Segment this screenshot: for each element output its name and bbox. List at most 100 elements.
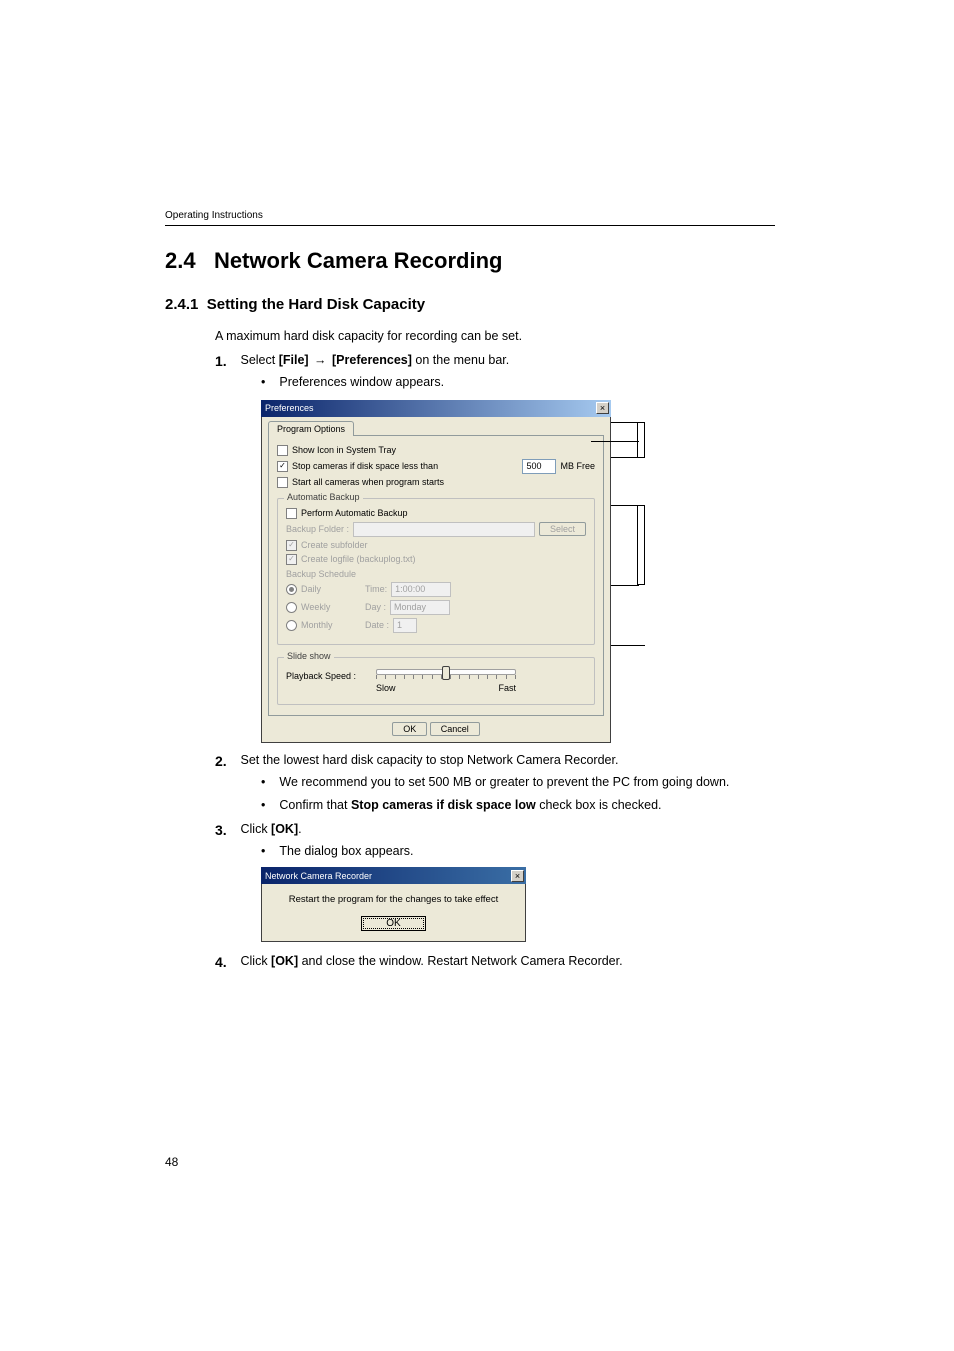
bullet-text: Confirm that bbox=[279, 798, 351, 812]
group-automatic-backup: Automatic Backup bbox=[284, 492, 363, 502]
close-icon[interactable]: × bbox=[511, 870, 524, 882]
checkbox-create-subfolder: ✓ bbox=[286, 540, 297, 551]
radio-label: Monthly bbox=[301, 620, 361, 630]
day-select: Monday bbox=[390, 600, 450, 615]
time-input: 1:00:00 bbox=[391, 582, 451, 597]
running-header: Operating Instructions bbox=[165, 210, 775, 226]
step-text: Click bbox=[240, 954, 271, 968]
callout-line bbox=[611, 505, 639, 506]
radio-label: Daily bbox=[301, 584, 361, 594]
time-label: Time: bbox=[365, 584, 387, 594]
section-heading: 2.4 Network Camera Recording bbox=[165, 248, 775, 274]
bullet-text: We recommend you to set 500 MB or greate… bbox=[279, 773, 729, 792]
checkbox-label: Create logfile (backuplog.txt) bbox=[301, 554, 416, 564]
step-number: 1. bbox=[215, 353, 237, 369]
cancel-button[interactable]: Cancel bbox=[430, 722, 480, 736]
group-slide-show: Slide show bbox=[284, 651, 334, 661]
checkbox-label: Stop cameras if disk space less than bbox=[292, 461, 438, 471]
callout-line bbox=[611, 422, 639, 423]
select-button: Select bbox=[539, 522, 586, 536]
fast-label: Fast bbox=[498, 683, 516, 693]
restart-message-box: Network Camera Recorder × Restart the pr… bbox=[261, 867, 526, 942]
checkbox-label: Start all cameras when program starts bbox=[292, 477, 444, 487]
callout-bracket bbox=[637, 505, 645, 585]
callout-bracket bbox=[637, 422, 645, 458]
subsection-heading: 2.4.1 Setting the Hard Disk Capacity bbox=[165, 296, 775, 313]
tab-program-options[interactable]: Program Options bbox=[268, 421, 354, 436]
backup-folder-label: Backup Folder : bbox=[286, 524, 349, 534]
step-2-bullet-1: • We recommend you to set 500 MB or grea… bbox=[261, 773, 775, 792]
intro-text: A maximum hard disk capacity for recordi… bbox=[215, 327, 775, 345]
preferences-dialog: Preferences × Program Options Show Icon … bbox=[261, 400, 611, 743]
playback-speed-slider[interactable] bbox=[376, 669, 516, 675]
step-text: . bbox=[298, 822, 301, 836]
mb-free-label: MB Free bbox=[560, 461, 595, 471]
bullet-icon: • bbox=[261, 842, 265, 861]
step-3: 3. Click [OK]. bbox=[215, 822, 775, 838]
step-text: on the menu bar. bbox=[412, 353, 509, 367]
checkbox-show-tray[interactable] bbox=[277, 445, 288, 456]
dialog-titlebar: Network Camera Recorder × bbox=[261, 867, 526, 884]
dialog-titlebar: Preferences × bbox=[261, 400, 611, 417]
ok-ref: [OK] bbox=[271, 822, 298, 836]
dialog-title: Preferences bbox=[265, 403, 314, 413]
callout-line bbox=[611, 585, 639, 586]
radio-weekly bbox=[286, 602, 297, 613]
step-number: 3. bbox=[215, 822, 237, 838]
date-label: Date : bbox=[365, 620, 389, 630]
checkbox-stop-cameras[interactable]: ✓ bbox=[277, 461, 288, 472]
step-number: 2. bbox=[215, 753, 237, 769]
day-label: Day : bbox=[365, 602, 386, 612]
dialog-title: Network Camera Recorder bbox=[265, 871, 372, 881]
callout-line bbox=[611, 645, 645, 646]
menu-preferences: [Preferences] bbox=[332, 353, 412, 367]
backup-schedule-label: Backup Schedule bbox=[286, 569, 586, 579]
checkbox-label: Create subfolder bbox=[301, 540, 368, 550]
bullet-text: check box is checked. bbox=[536, 798, 662, 812]
radio-label: Weekly bbox=[301, 602, 361, 612]
section-number: 2.4 bbox=[165, 248, 196, 273]
checkbox-label: Show Icon in System Tray bbox=[292, 445, 396, 455]
callout-line bbox=[591, 441, 639, 442]
mb-input[interactable]: 500 bbox=[522, 459, 556, 474]
arrow-icon: → bbox=[309, 353, 332, 367]
radio-monthly bbox=[286, 620, 297, 631]
ok-ref: [OK] bbox=[271, 954, 298, 968]
step-2: 2. Set the lowest hard disk capacity to … bbox=[215, 753, 775, 769]
step-3-bullet-1: • The dialog box appears. bbox=[261, 842, 775, 861]
subsection-title: Setting the Hard Disk Capacity bbox=[207, 296, 425, 313]
date-input: 1 bbox=[393, 618, 417, 633]
ok-button[interactable]: OK bbox=[392, 722, 427, 736]
bullet-icon: • bbox=[261, 773, 265, 792]
bullet-icon: • bbox=[261, 373, 265, 392]
backup-folder-input bbox=[353, 522, 535, 537]
bullet-text: Preferences window appears. bbox=[279, 373, 444, 392]
page-number: 48 bbox=[165, 1155, 178, 1169]
step-text: and close the window. Restart Network Ca… bbox=[298, 954, 622, 968]
menu-file: [File] bbox=[279, 353, 309, 367]
step-text: Click bbox=[240, 822, 271, 836]
slow-label: Slow bbox=[376, 683, 396, 693]
step-text: Select bbox=[240, 353, 278, 367]
option-name: Stop cameras if disk space low bbox=[351, 798, 536, 812]
step-1-bullet-1: • Preferences window appears. bbox=[261, 373, 775, 392]
bullet-icon: • bbox=[261, 796, 265, 815]
section-title: Network Camera Recording bbox=[214, 248, 503, 273]
playback-speed-label: Playback Speed : bbox=[286, 667, 372, 681]
callout-line bbox=[611, 457, 639, 458]
checkbox-label: Perform Automatic Backup bbox=[301, 508, 408, 518]
step-2-bullet-2: • Confirm that Stop cameras if disk spac… bbox=[261, 796, 775, 815]
checkbox-create-logfile: ✓ bbox=[286, 554, 297, 565]
step-4: 4. Click [OK] and close the window. Rest… bbox=[215, 954, 775, 970]
step-number: 4. bbox=[215, 954, 237, 970]
checkbox-start-all[interactable] bbox=[277, 477, 288, 488]
close-icon[interactable]: × bbox=[596, 402, 609, 414]
step-1: 1. Select [File] → [Preferences] on the … bbox=[215, 353, 775, 369]
subsection-number: 2.4.1 bbox=[165, 296, 198, 313]
bullet-text: The dialog box appears. bbox=[279, 842, 413, 861]
checkbox-perform-backup[interactable] bbox=[286, 508, 297, 519]
message-text: Restart the program for the changes to t… bbox=[270, 894, 517, 905]
step-text: Set the lowest hard disk capacity to sto… bbox=[240, 753, 618, 767]
radio-daily bbox=[286, 584, 297, 595]
ok-button[interactable]: OK bbox=[361, 916, 425, 931]
